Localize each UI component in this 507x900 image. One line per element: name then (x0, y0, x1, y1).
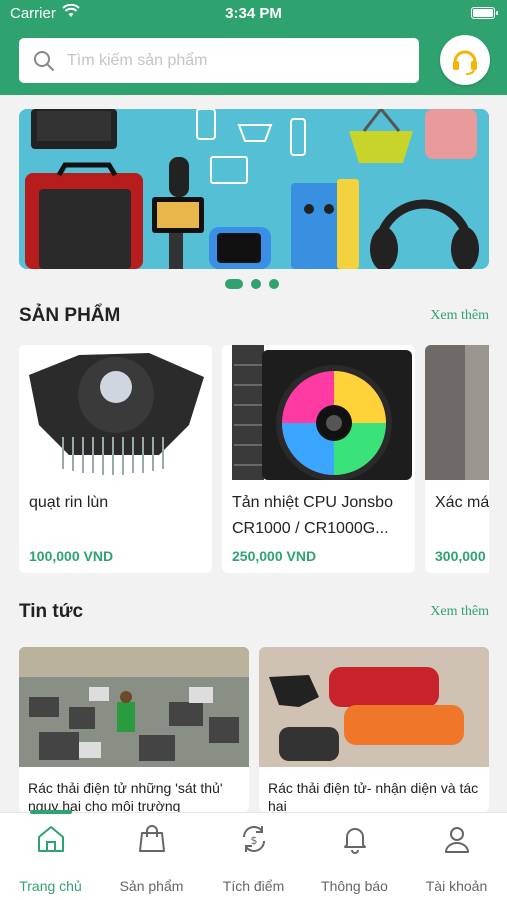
news-title: Rác thải điện tử- nhận diện và tác hại (268, 780, 479, 812)
news-section-title: Tin tức (19, 601, 84, 622)
product-price: 300,000 (435, 548, 486, 564)
tab-products[interactable]: Sản phẩm (101, 813, 202, 900)
pagination-dot[interactable] (251, 279, 261, 289)
tab-label: Tài khoản (425, 878, 488, 894)
products-see-more-link[interactable]: Xem thêm (430, 308, 489, 324)
bottom-tab-bar: Trang chủ Sản phẩm $ Tích điểm Thông báo… (0, 810, 507, 900)
promo-banner[interactable] (19, 109, 489, 269)
tab-home[interactable]: Trang chủ (0, 810, 101, 900)
tab-account[interactable]: Tài khoản (406, 813, 507, 900)
battery-icon (471, 7, 498, 19)
status-bar: Carrier 3:34 PM (0, 0, 507, 28)
news-image (259, 647, 489, 767)
app-header: Carrier 3:34 PM Tìm kiếm sản phẩm (0, 0, 507, 95)
tab-label: Sản phẩm (119, 878, 184, 894)
product-name: Xác má (435, 494, 489, 511)
points-exchange-icon: $ (243, 826, 265, 852)
search-placeholder: Tìm kiếm sản phẩm (67, 51, 208, 69)
product-image (19, 345, 212, 480)
search-input[interactable]: Tìm kiếm sản phẩm (19, 38, 419, 83)
product-carousel: quạt rin lùn 100,000 VND Tản nhiệt CPU J… (19, 345, 489, 573)
product-card[interactable]: quạt rin lùn 100,000 VND (19, 345, 212, 573)
product-image (425, 345, 489, 480)
product-name: Tản nhiệt CPU Jonsbo CR1000 / CR1000G... (232, 494, 393, 537)
tab-label: Tích điểm (222, 878, 285, 894)
user-icon (445, 827, 469, 853)
headset-icon (453, 50, 477, 75)
banner-pagination (225, 279, 279, 289)
banner-image (19, 109, 489, 269)
news-card[interactable]: Rác thải điện tử những 'sát thủ' nguy hạ… (19, 647, 249, 812)
shopping-bag-icon (139, 825, 165, 852)
news-image (19, 647, 249, 767)
news-card[interactable]: Rác thải điện tử- nhận diện và tác hại (259, 647, 489, 812)
product-price: 250,000 VND (232, 548, 317, 564)
pagination-dot[interactable] (269, 279, 279, 289)
news-see-more-link[interactable]: Xem thêm (430, 604, 489, 620)
pagination-dot[interactable] (225, 279, 243, 289)
product-card[interactable]: Tản nhiệt CPU Jonsbo CR1000 / CR1000G...… (222, 345, 415, 573)
product-price: 100,000 VND (29, 548, 114, 564)
news-carousel: Rác thải điện tử những 'sát thủ' nguy hạ… (19, 647, 489, 812)
svg-text:$: $ (251, 834, 258, 847)
news-title: Rác thải điện tử những 'sát thủ' nguy hạ… (28, 780, 223, 812)
product-image (222, 345, 415, 481)
products-section-title: SẢN PHẨM (19, 305, 121, 326)
tab-notifications[interactable]: Thông báo (304, 813, 405, 900)
status-time: 3:34 PM (225, 5, 282, 22)
home-icon (38, 826, 64, 852)
active-tab-indicator (30, 810, 72, 814)
tab-points[interactable]: $ Tích điểm (203, 813, 304, 900)
product-card[interactable]: Xác má 300,000 (425, 345, 489, 573)
tab-label: Thông báo (321, 878, 388, 894)
product-name: quạt rin lùn (29, 494, 109, 511)
search-icon (34, 50, 54, 71)
tab-label: Trang chủ (19, 878, 82, 894)
bell-icon (344, 828, 366, 854)
support-button[interactable] (440, 35, 490, 85)
